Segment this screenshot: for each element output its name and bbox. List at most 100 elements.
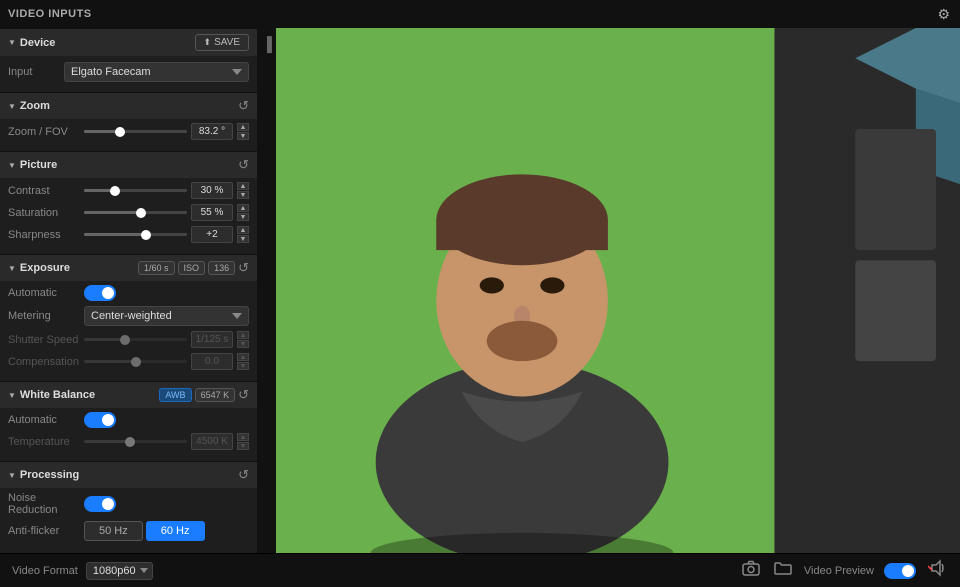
sharpness-value: +2 <box>191 226 233 243</box>
processing-reset-button[interactable]: ↺ <box>238 467 249 483</box>
contrast-up[interactable]: ▲ <box>237 182 249 190</box>
device-section-label: Device <box>20 37 55 49</box>
wb-auto-knob <box>102 414 114 426</box>
wb-header-left: ▼ White Balance <box>8 389 95 401</box>
picture-section-header[interactable]: ▼ Picture ↺ <box>0 151 257 178</box>
noise-reduction-row: Noise Reduction <box>8 492 249 516</box>
noise-reduction-toggle[interactable] <box>84 496 116 512</box>
wb-automatic-row: Automatic <box>8 412 249 428</box>
sharpness-down[interactable]: ▼ <box>237 235 249 243</box>
processing-section-header[interactable]: ▼ Processing ↺ <box>0 461 257 488</box>
temperature-value: 4500 K <box>191 433 233 450</box>
video-area: ▐ <box>258 28 960 553</box>
folder-icon <box>774 561 792 575</box>
fov-up[interactable]: ▲ <box>237 123 249 131</box>
zoom-reset-button[interactable]: ↺ <box>238 98 249 114</box>
zoom-section-header[interactable]: ▼ Zoom ↺ <box>0 92 257 119</box>
preview-label: Video Preview <box>804 565 874 577</box>
contrast-down[interactable]: ▼ <box>237 191 249 199</box>
sharpness-up[interactable]: ▲ <box>237 226 249 234</box>
fov-value: 83.2 ° <box>191 123 233 140</box>
exposure-header-right: 1/60 s ISO 136 ↺ <box>138 260 249 276</box>
sharpness-slider[interactable] <box>84 233 187 236</box>
bottom-right: Video Preview <box>740 557 948 584</box>
exposure-reset-button[interactable]: ↺ <box>238 260 249 276</box>
saturation-row: Saturation 55 % ▲ ▼ <box>8 204 249 221</box>
exposure-section-header[interactable]: ▼ Exposure 1/60 s ISO 136 ↺ <box>0 254 257 281</box>
metering-select[interactable]: Center-weighted Spot Average <box>84 306 249 326</box>
wb-reset-button[interactable]: ↺ <box>238 387 249 403</box>
bottom-left: Video Format 1080p60 1080p30 720p60 720p… <box>12 562 153 580</box>
shutter-label: Shutter Speed <box>8 334 80 346</box>
wb-chevron: ▼ <box>8 391 16 400</box>
format-select[interactable]: 1080p60 1080p30 720p60 720p30 <box>86 562 153 580</box>
settings-button[interactable]: ⚙ <box>935 4 952 25</box>
flicker-60-button[interactable]: 60 Hz <box>146 521 205 541</box>
shutter-spinner: ▲ ▼ <box>237 331 249 348</box>
input-select[interactable]: Elgato Facecam <box>64 62 249 82</box>
fov-down[interactable]: ▼ <box>237 132 249 140</box>
saturation-value: 55 % <box>191 204 233 221</box>
input-label: Input <box>8 66 58 78</box>
contrast-spinner: ▲ ▼ <box>237 182 249 199</box>
metering-label: Metering <box>8 310 80 322</box>
device-section-header[interactable]: ▼ Device ⬆ SAVE <box>0 28 257 56</box>
device-chevron: ▼ <box>8 38 16 47</box>
flicker-50-button[interactable]: 50 Hz <box>84 521 143 541</box>
anti-flicker-row: Anti-flicker 50 Hz 60 Hz <box>8 521 249 541</box>
left-panel: ▼ Device ⬆ SAVE Input Elgato Facecam <box>0 28 258 553</box>
picture-chevron: ▼ <box>8 161 16 170</box>
screenshot-button[interactable] <box>740 558 762 583</box>
picture-reset-button[interactable]: ↺ <box>238 157 249 173</box>
wb-section-header[interactable]: ▼ White Balance AWB 6547 K ↺ <box>0 381 257 408</box>
fov-row: Zoom / FOV 83.2 ° ▲ ▼ <box>8 123 249 140</box>
sharpness-label: Sharpness <box>8 229 80 241</box>
speaker-icon <box>928 559 946 577</box>
awb-badge: AWB <box>159 388 191 402</box>
sharpness-spinner: ▲ ▼ <box>237 226 249 243</box>
folder-button[interactable] <box>772 559 794 582</box>
flicker-btn-group: 50 Hz 60 Hz <box>84 521 205 541</box>
zoom-section-label: Zoom <box>20 100 50 112</box>
contrast-slider[interactable] <box>84 189 187 192</box>
camera-icon <box>742 560 760 576</box>
saturation-down[interactable]: ▼ <box>237 213 249 221</box>
temperature-down: ▼ <box>237 442 249 450</box>
exposure-content: Automatic Metering Center-weighted Spot … <box>0 281 257 381</box>
top-bar-actions: ⚙ <box>935 4 952 25</box>
shutter-badge: 1/60 s <box>138 261 175 275</box>
processing-section-label: Processing <box>20 469 79 481</box>
video-preview-toggle[interactable] <box>884 563 916 579</box>
saturation-up[interactable]: ▲ <box>237 204 249 212</box>
wb-auto-toggle[interactable] <box>84 412 116 428</box>
exposure-chevron: ▼ <box>8 264 16 273</box>
exposure-automatic-row: Automatic <box>8 285 249 301</box>
shutter-value: 1/125 s <box>191 331 233 348</box>
temperature-slider <box>84 440 187 443</box>
temperature-label: Temperature <box>8 436 80 448</box>
exposure-auto-toggle[interactable] <box>84 285 116 301</box>
compensation-down: ▼ <box>237 362 249 370</box>
processing-header-right: ↺ <box>238 467 249 483</box>
compensation-value: 0.0 <box>191 353 233 370</box>
shutter-row: Shutter Speed 1/125 s ▲ ▼ <box>8 331 249 348</box>
contrast-label: Contrast <box>8 185 80 197</box>
audio-button[interactable] <box>926 557 948 584</box>
compensation-slider <box>84 360 187 363</box>
anti-flicker-label: Anti-flicker <box>8 525 80 537</box>
fov-slider[interactable] <box>84 130 187 133</box>
iso-value-badge: 136 <box>208 261 235 275</box>
compensation-label: Compensation <box>8 356 80 368</box>
video-frame <box>276 28 960 553</box>
save-button[interactable]: ⬆ SAVE <box>195 34 249 51</box>
sidebar-toggle-button[interactable]: ▐ <box>262 36 272 52</box>
processing-header-left: ▼ Processing <box>8 469 79 481</box>
format-label: Video Format <box>12 565 78 577</box>
saturation-slider[interactable] <box>84 211 187 214</box>
wb-section-label: White Balance <box>20 389 95 401</box>
noise-reduction-knob <box>102 498 114 510</box>
input-row: Input Elgato Facecam <box>8 62 249 82</box>
sharpness-row: Sharpness +2 ▲ ▼ <box>8 226 249 243</box>
top-bar: VIDEO INPUTS ⚙ <box>0 0 960 28</box>
picture-header-left: ▼ Picture <box>8 159 57 171</box>
